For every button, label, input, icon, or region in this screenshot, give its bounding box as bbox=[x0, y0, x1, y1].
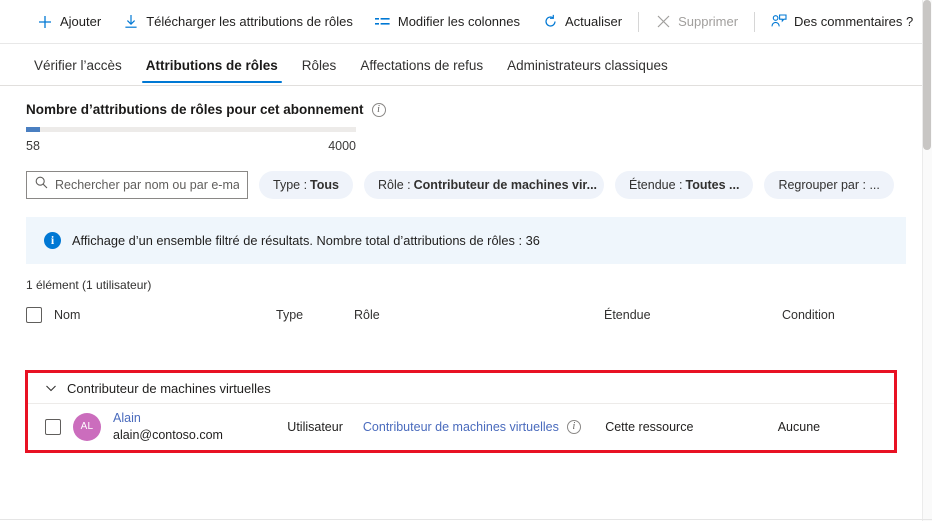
feedback-icon bbox=[771, 14, 787, 30]
filter-chip-group-by[interactable]: Regrouper par : ... bbox=[764, 171, 894, 199]
quota-section: Nombre d’attributions de rôles pour cet … bbox=[0, 86, 932, 153]
table-header-row: Nom Type Rôle Étendue Condition bbox=[0, 300, 932, 330]
tab-bar: Vérifier l’accès Attributions de rôles R… bbox=[0, 44, 932, 86]
toolbar-divider-2 bbox=[754, 11, 756, 32]
toolbar-divider bbox=[638, 11, 640, 32]
filter-chip-role-value: Contributeur de machines vir... bbox=[413, 178, 598, 192]
name-block: Alain alain@contoso.com bbox=[113, 410, 223, 443]
header-cell-etendue: Étendue bbox=[604, 308, 651, 322]
columns-icon bbox=[375, 14, 391, 30]
download-icon bbox=[123, 14, 139, 30]
tab-affectations-de-refus[interactable]: Affectations de refus bbox=[348, 45, 495, 85]
group-row-label: Contributeur de machines virtuelles bbox=[67, 380, 271, 396]
command-bar: Ajouter Télécharger les attributions de … bbox=[0, 0, 932, 44]
refresh-icon bbox=[542, 14, 558, 30]
group-row[interactable]: Contributeur de machines virtuelles bbox=[28, 373, 894, 404]
quota-current: 58 bbox=[26, 139, 40, 153]
plus-icon bbox=[37, 14, 53, 30]
delete-label: Supprimer bbox=[678, 14, 739, 29]
table-row[interactable]: AL Alain alain@contoso.com Utilisateur C… bbox=[28, 404, 894, 449]
delete-button[interactable]: Supprimer bbox=[644, 7, 749, 37]
quota-title-row: Nombre d’attributions de rôles pour cet … bbox=[26, 102, 932, 117]
select-all-checkbox[interactable] bbox=[26, 307, 42, 323]
tab-administrateurs-classiques[interactable]: Administrateurs classiques bbox=[495, 45, 680, 85]
tab-label: Vérifier l’accès bbox=[34, 57, 122, 73]
tab-label: Rôles bbox=[301, 57, 337, 73]
add-button[interactable]: Ajouter bbox=[26, 7, 112, 37]
row-role-link[interactable]: Contributeur de machines virtuelles bbox=[363, 420, 559, 434]
search-box[interactable] bbox=[26, 171, 248, 199]
edit-columns-label: Modifier les colonnes bbox=[397, 14, 520, 29]
refresh-button[interactable]: Actualiser bbox=[531, 7, 633, 37]
tab-label: Affectations de refus bbox=[360, 57, 484, 73]
info-icon[interactable]: i bbox=[371, 102, 386, 117]
header-cell-condition: Condition bbox=[782, 308, 835, 322]
filter-chip-type-prefix: Type : bbox=[273, 178, 308, 192]
quota-progress-fill bbox=[26, 127, 40, 132]
tab-verifier-acces[interactable]: Vérifier l’accès bbox=[22, 45, 134, 85]
row-checkbox[interactable] bbox=[45, 418, 61, 435]
search-icon bbox=[35, 176, 48, 194]
vertical-scrollbar[interactable] bbox=[922, 0, 932, 521]
chevron-down-icon[interactable] bbox=[45, 382, 57, 394]
quota-labels: 58 4000 bbox=[26, 139, 356, 153]
role-assignments-table: Nom Type Rôle Étendue Condition bbox=[0, 300, 932, 330]
header-cell-role: Rôle bbox=[354, 308, 380, 322]
header-cell-name: Nom bbox=[26, 307, 276, 323]
download-role-assignments-label: Télécharger les attributions de rôles bbox=[146, 14, 353, 29]
highlight-box: Contributeur de machines virtuelles AL A… bbox=[25, 370, 897, 453]
info-banner-icon: i bbox=[44, 232, 61, 249]
tab-attributions-de-roles[interactable]: Attributions de rôles bbox=[134, 45, 290, 85]
filter-chip-etendue-prefix: Étendue : bbox=[628, 178, 683, 192]
scrollbar-thumb[interactable] bbox=[923, 0, 931, 150]
info-banner: i Affichage d’un ensemble filtré de résu… bbox=[26, 217, 906, 264]
quota-max: 4000 bbox=[328, 139, 356, 153]
filter-chip-role[interactable]: Rôle : Contributeur de machines vir... bbox=[363, 171, 604, 199]
tab-label: Attributions de rôles bbox=[145, 57, 278, 73]
row-cell-condition: Aucune bbox=[777, 419, 821, 434]
result-count: 1 élément (1 utilisateur) bbox=[26, 278, 152, 292]
role-info-icon[interactable]: i bbox=[566, 419, 581, 434]
filter-chip-type-value: Tous bbox=[310, 178, 339, 192]
row-cell-type: Utilisateur bbox=[287, 419, 343, 434]
info-banner-text: Affichage d’un ensemble filtré de résult… bbox=[72, 233, 540, 248]
add-button-label: Ajouter bbox=[60, 14, 102, 29]
filter-chip-etendue[interactable]: Étendue : Toutes ... bbox=[614, 171, 754, 199]
quota-title: Nombre d’attributions de rôles pour cet … bbox=[26, 102, 364, 117]
row-cell-role: Contributeur de machines virtuelles i bbox=[363, 419, 605, 434]
filter-chip-role-prefix: Rôle : bbox=[377, 178, 411, 192]
row-name-link[interactable]: Alain bbox=[113, 410, 223, 427]
feedback-label: Des commentaires ? bbox=[794, 14, 914, 29]
quota-progress-bar bbox=[26, 127, 356, 132]
feedback-button[interactable]: Des commentaires ? bbox=[760, 7, 924, 37]
filter-chip-type[interactable]: Type : Tous bbox=[259, 171, 353, 199]
refresh-label: Actualiser bbox=[565, 14, 623, 29]
filter-chip-group-by-prefix: Regrouper par : ... bbox=[778, 178, 880, 192]
edit-columns-button[interactable]: Modifier les colonnes bbox=[364, 7, 531, 37]
avatar: AL bbox=[73, 412, 101, 441]
close-icon bbox=[655, 14, 671, 30]
role-assignments-page: Ajouter Télécharger les attributions de … bbox=[0, 0, 932, 521]
tab-roles[interactable]: Rôles bbox=[290, 45, 349, 85]
row-email: alain@contoso.com bbox=[113, 427, 223, 442]
row-cell-name: AL Alain alain@contoso.com bbox=[45, 410, 287, 443]
search-input[interactable] bbox=[55, 178, 239, 192]
filter-chip-etendue-value: Toutes ... bbox=[685, 178, 740, 192]
filter-bar: Type :Tous Rôle :Contributeur de machine… bbox=[0, 153, 932, 199]
header-label-nom: Nom bbox=[54, 308, 81, 322]
tab-label: Administrateurs classiques bbox=[507, 57, 668, 73]
header-cell-type: Type bbox=[276, 308, 304, 322]
row-cell-etendue: Cette ressource bbox=[605, 419, 694, 434]
download-role-assignments-button[interactable]: Télécharger les attributions de rôles bbox=[112, 7, 364, 37]
